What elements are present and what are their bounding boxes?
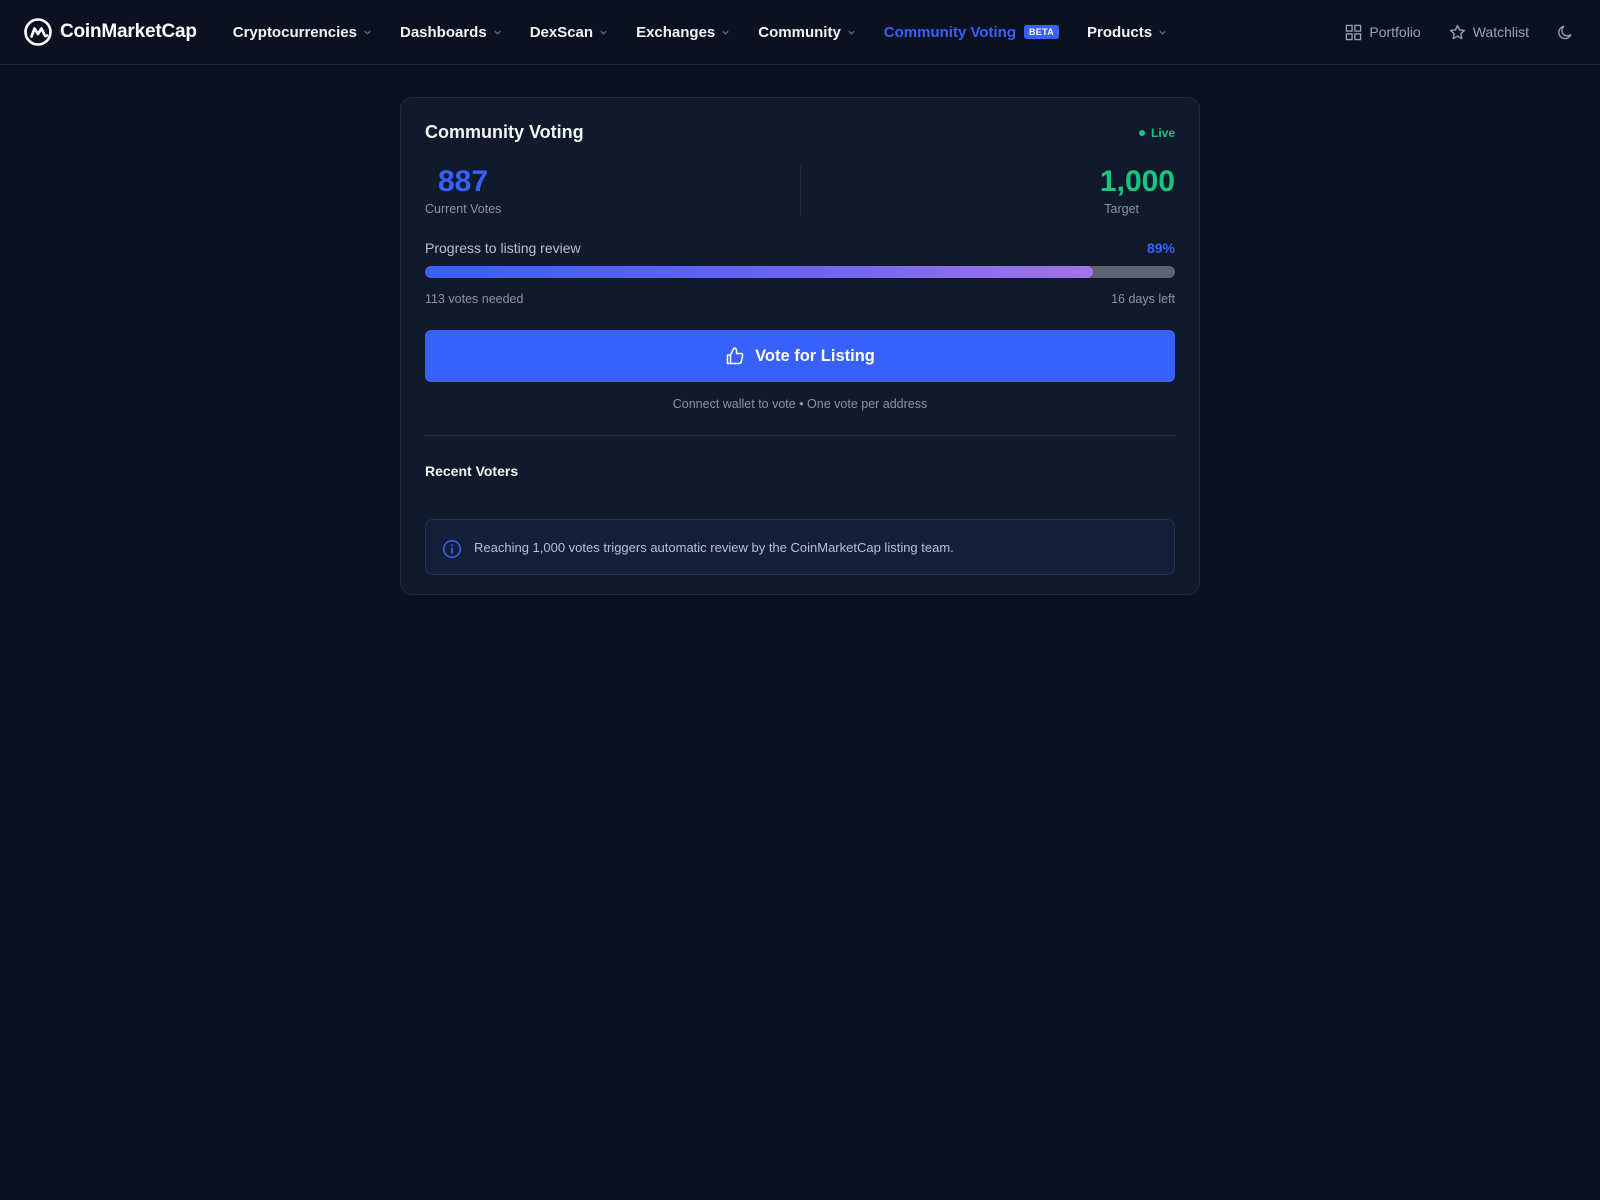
info-notice: Reaching 1,000 votes triggers automatic …	[425, 519, 1175, 575]
info-icon	[442, 539, 462, 558]
chevron-down-icon	[364, 30, 371, 35]
progress-bar-fill	[425, 266, 1093, 278]
thumbs-up-icon	[726, 347, 744, 365]
nav-item-label: Community Voting	[883, 23, 1016, 41]
nav-item-label: Cryptocurrencies	[232, 23, 357, 41]
nav-right-actions: Portfolio Watchlist	[1345, 0, 1574, 64]
theme-toggle[interactable]	[1557, 24, 1574, 41]
progress-percent: 89%	[1146, 240, 1175, 256]
portfolio-link[interactable]: Portfolio	[1345, 24, 1421, 41]
chevron-down-icon	[1159, 30, 1166, 35]
target-stat: 1,000 Target	[1100, 166, 1175, 218]
progress-label: Progress to listing review	[425, 240, 581, 256]
target-value: 1,000	[1099, 165, 1175, 198]
top-navbar: CoinMarketCap Cryptocurrencies Dashboard…	[0, 0, 1600, 65]
nav-item-exchanges[interactable]: Exchanges	[636, 24, 730, 41]
recent-voters-title: Recent Voters	[425, 463, 519, 479]
nav-item-label: DexScan	[529, 23, 594, 41]
nav-item-community-voting[interactable]: Community Voting BETA	[883, 23, 1060, 41]
card-title: Community Voting	[425, 122, 584, 142]
card-header: Community Voting Live	[425, 122, 1175, 143]
nav-item-label: Products	[1087, 23, 1153, 41]
chevron-down-icon	[848, 30, 855, 35]
progress-bar	[425, 266, 1175, 278]
current-votes-value: 887	[438, 165, 489, 198]
watchlist-link[interactable]: Watchlist	[1449, 24, 1529, 41]
nav-item-products[interactable]: Products	[1087, 24, 1167, 41]
info-text: Reaching 1,000 votes triggers automatic …	[474, 539, 954, 555]
vote-stats: 887 Current Votes 1,000 Target	[425, 166, 1175, 218]
nav-item-dashboards[interactable]: Dashboards	[400, 24, 502, 41]
nav-item-label: Exchanges	[636, 23, 716, 41]
progress-footer: 113 votes needed 16 days left	[425, 292, 1175, 306]
beta-badge: BETA	[1024, 25, 1060, 39]
watchlist-label: Watchlist	[1472, 24, 1529, 40]
community-voting-card: Community Voting Live 887 Current Votes …	[400, 97, 1200, 595]
grid-icon	[1346, 24, 1362, 40]
days-left: 16 days left	[1111, 292, 1175, 306]
portfolio-label: Portfolio	[1369, 24, 1421, 40]
nav-menu: Cryptocurrencies Dashboards DexScan Exch…	[233, 24, 1195, 41]
coinmarketcap-logo-icon	[24, 18, 52, 46]
live-label: Live	[1150, 125, 1175, 140]
nav-item-cryptocurrencies[interactable]: Cryptocurrencies	[233, 24, 372, 41]
current-votes-label: Current Votes	[425, 202, 502, 216]
moon-icon	[1558, 25, 1572, 39]
nav-item-label: Community	[758, 23, 841, 41]
star-icon	[1449, 24, 1465, 39]
chevron-down-icon	[600, 30, 607, 35]
vote-note: Connect wallet to vote • One vote per ad…	[672, 397, 928, 411]
chevron-down-icon	[722, 30, 729, 35]
live-dot-icon	[1138, 129, 1145, 136]
progress-header: Progress to listing review 89%	[425, 240, 1175, 256]
live-status: Live	[1138, 125, 1175, 140]
stats-divider	[800, 166, 801, 216]
section-divider	[425, 435, 1175, 436]
nav-item-community[interactable]: Community	[758, 24, 856, 41]
logo-text: CoinMarketCap	[60, 21, 197, 42]
logo[interactable]: CoinMarketCap	[24, 18, 197, 46]
vote-for-listing-button[interactable]: Vote for Listing	[425, 330, 1175, 382]
votes-needed: 113 votes needed	[425, 292, 524, 306]
nav-item-label: Dashboards	[399, 23, 487, 41]
nav-item-dexscan[interactable]: DexScan	[530, 24, 608, 41]
vote-button-label: Vote for Listing	[755, 346, 875, 365]
chevron-down-icon	[494, 30, 501, 35]
target-label: Target	[1104, 202, 1139, 216]
current-votes-stat: 887 Current Votes	[425, 166, 501, 218]
